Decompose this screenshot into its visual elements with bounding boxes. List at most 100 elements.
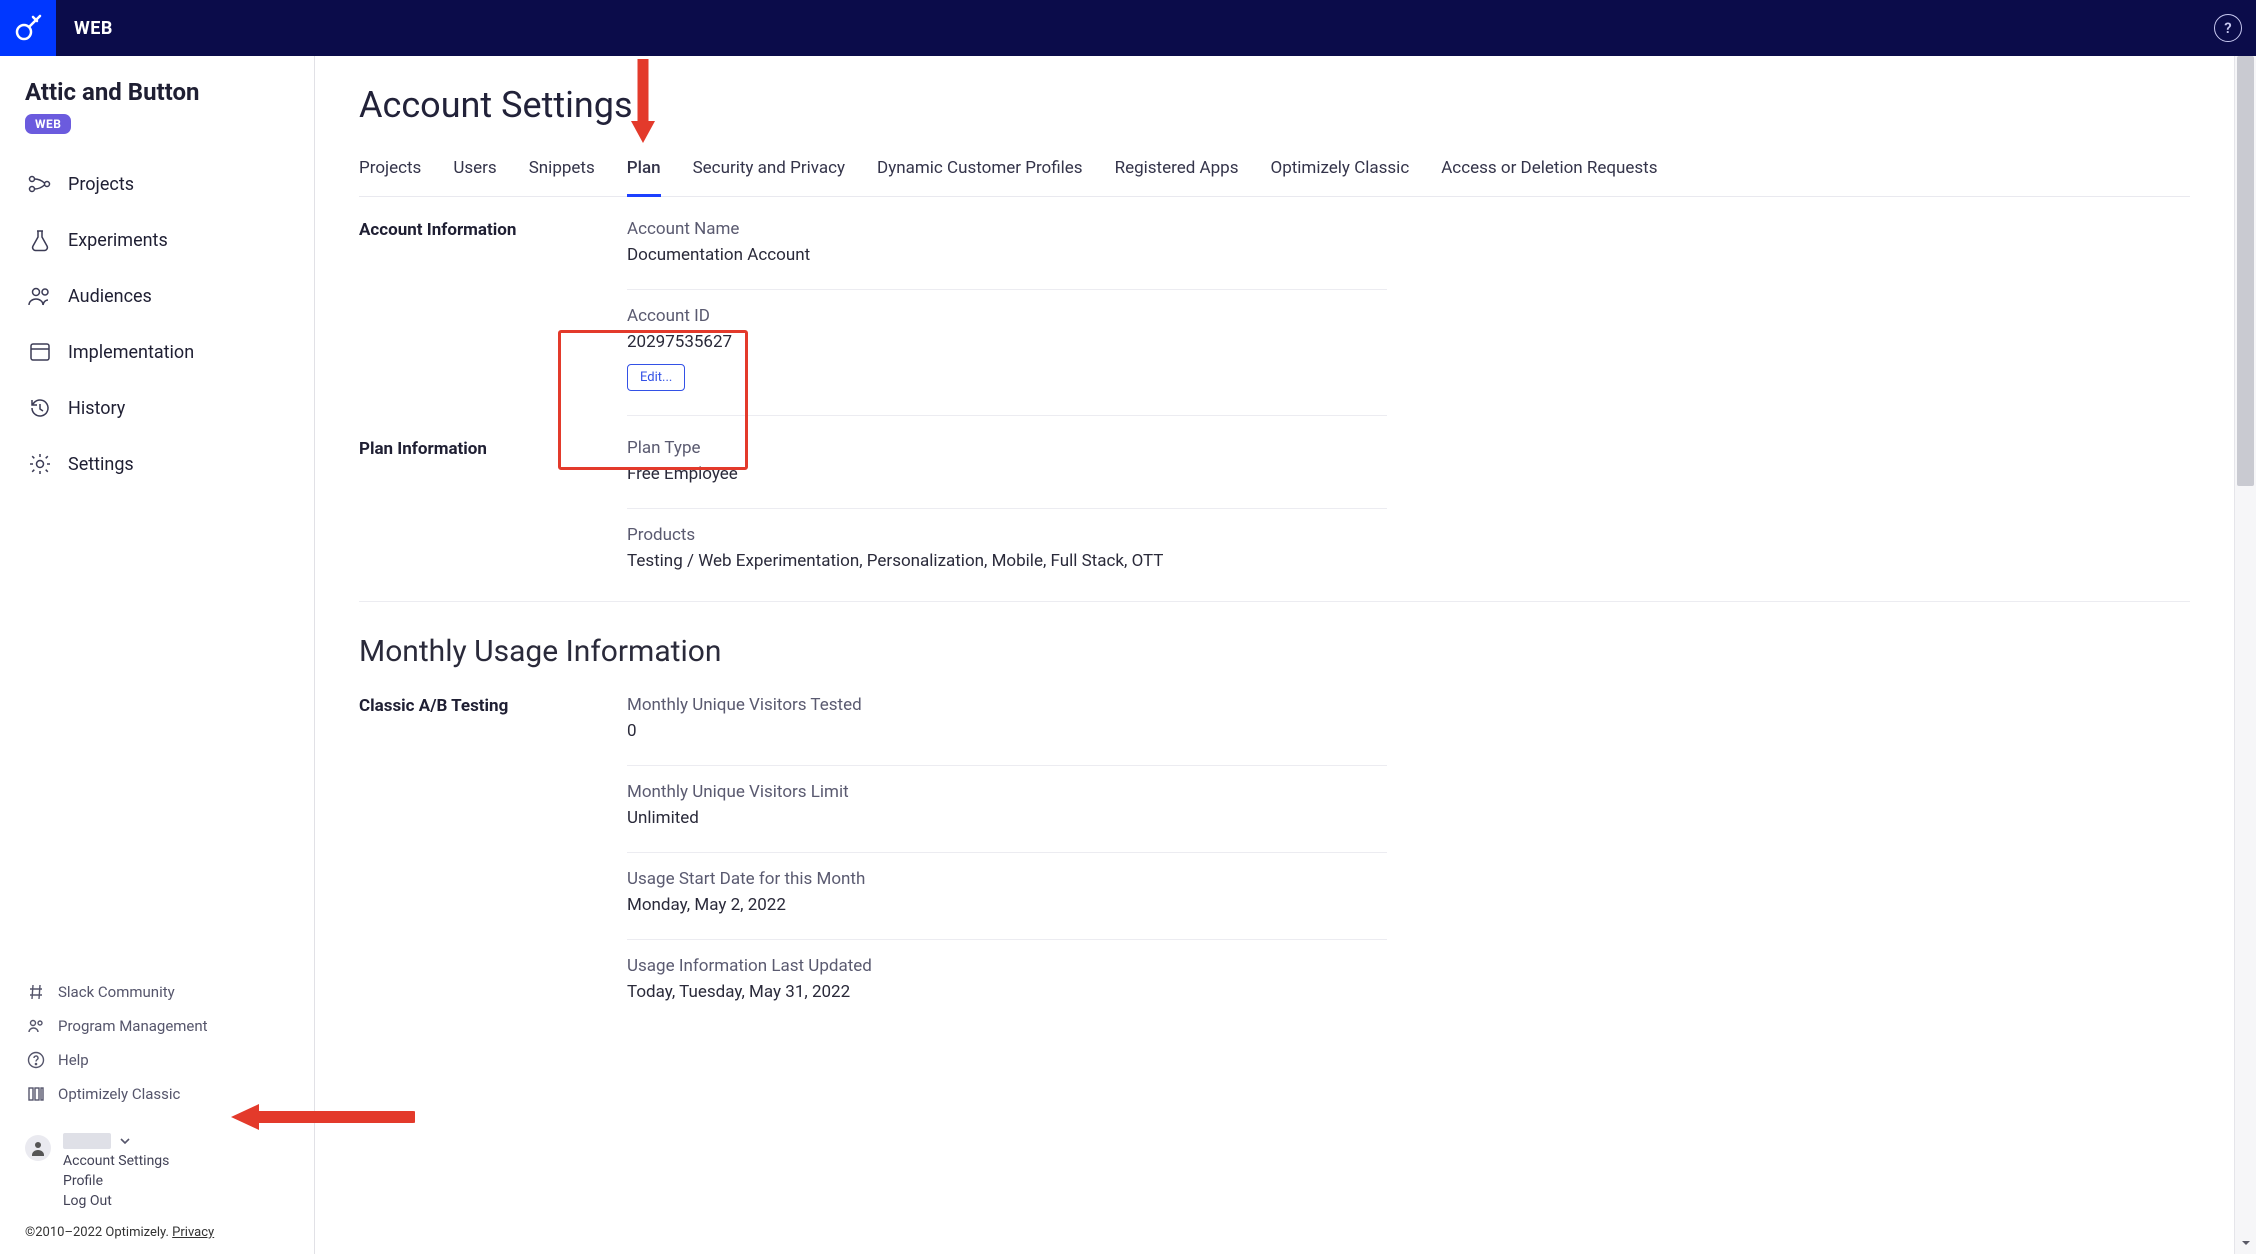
section-content-plan-info: Plan Type Free Employee Products Testing… xyxy=(627,436,1387,595)
sidebar-item-settings[interactable]: Settings xyxy=(10,436,304,492)
copyright-text: ©2010–2022 Optimizely. xyxy=(25,1225,172,1240)
product-chip: WEB xyxy=(25,114,71,134)
account-id-value: 20297535627 xyxy=(627,332,1387,352)
optimizely-logo-icon xyxy=(14,14,42,42)
tab-optimizely-classic[interactable]: Optimizely Classic xyxy=(1271,148,1410,196)
sidebar-item-label: Experiments xyxy=(68,230,168,251)
last-updated-label: Usage Information Last Updated xyxy=(627,956,1387,976)
projects-icon xyxy=(26,170,54,198)
sidebar-item-history[interactable]: History xyxy=(10,380,304,436)
tab-snippets[interactable]: Snippets xyxy=(529,148,595,196)
products-label: Products xyxy=(627,525,1387,545)
start-date-label: Usage Start Date for this Month xyxy=(627,869,1387,889)
block-start-date: Usage Start Date for this Month Monday, … xyxy=(627,853,1387,940)
plan-type-value: Free Employee xyxy=(627,464,1387,484)
user-link-log-out[interactable]: Log Out xyxy=(63,1193,169,1209)
tab-dynamic-customer-profiles[interactable]: Dynamic Customer Profiles xyxy=(877,148,1083,196)
privacy-link[interactable]: Privacy xyxy=(172,1225,214,1240)
avatar[interactable] xyxy=(25,1135,51,1161)
account-id-label: Account ID xyxy=(627,306,1387,326)
lower-link-label: Program Management xyxy=(58,1017,208,1035)
section-label-plan-info: Plan Information xyxy=(359,436,627,595)
sidebar: Attic and Button WEB Projects xyxy=(0,56,315,1254)
section-account-info: Account Information Account Name Documen… xyxy=(359,217,2190,416)
section-label-account-info: Account Information xyxy=(359,217,627,416)
scrollbar[interactable] xyxy=(2234,56,2256,1254)
tab-plan[interactable]: Plan xyxy=(627,148,661,196)
user-link-account-settings[interactable]: Account Settings xyxy=(63,1153,169,1169)
section-content-account-info: Account Name Documentation Account Accou… xyxy=(627,217,1387,416)
tab-access-or-deletion-requests[interactable]: Access or Deletion Requests xyxy=(1441,148,1657,196)
sidebar-item-projects[interactable]: Projects xyxy=(10,156,304,212)
annotation-arrow-left xyxy=(225,1098,415,1136)
link-program-management[interactable]: Program Management xyxy=(10,1009,304,1043)
section-plan-info: Plan Information Plan Type Free Employee… xyxy=(359,436,2190,595)
sidebar-spacer xyxy=(0,492,314,975)
edit-account-id-button[interactable]: Edit... xyxy=(627,364,685,391)
scrollbar-thumb[interactable] xyxy=(2237,56,2254,486)
tab-security-and-privacy[interactable]: Security and Privacy xyxy=(693,148,845,196)
block-visitors-tested: Monthly Unique Visitors Tested 0 xyxy=(627,693,1387,766)
sidebar-item-implementation[interactable]: Implementation xyxy=(10,324,304,380)
mu-tested-value: 0 xyxy=(627,721,1387,741)
scroll-down-button[interactable] xyxy=(2235,1232,2256,1254)
tab-users[interactable]: Users xyxy=(453,148,496,196)
nav: Projects Experiments Audiences xyxy=(0,156,314,492)
user-name-redacted xyxy=(63,1133,111,1149)
user-name-row[interactable] xyxy=(63,1133,169,1149)
divider xyxy=(359,601,2190,602)
block-account-id: Account ID 20297535627 Edit... xyxy=(627,290,1387,416)
usage-heading: Monthly Usage Information xyxy=(359,634,2190,669)
history-icon xyxy=(26,394,54,422)
hash-icon xyxy=(26,982,46,1002)
tab-registered-apps[interactable]: Registered Apps xyxy=(1115,148,1239,196)
sidebar-item-experiments[interactable]: Experiments xyxy=(10,212,304,268)
link-slack-community[interactable]: Slack Community xyxy=(10,975,304,1009)
account-name-value: Documentation Account xyxy=(627,245,1387,265)
user-links: Account Settings Profile Log Out xyxy=(63,1153,169,1209)
plan-type-label: Plan Type xyxy=(627,438,1387,458)
experiments-icon xyxy=(26,226,54,254)
help-icon xyxy=(26,1050,46,1070)
user-details: Account Settings Profile Log Out xyxy=(63,1133,169,1209)
block-account-name: Account Name Documentation Account xyxy=(627,217,1387,290)
block-products: Products Testing / Web Experimentation, … xyxy=(627,509,1387,595)
topbar-left: WEB xyxy=(0,0,113,56)
mu-limit-value: Unlimited xyxy=(627,808,1387,828)
topbar: WEB ? xyxy=(0,0,2256,56)
brand-logo-tile[interactable] xyxy=(0,0,56,56)
tab-projects[interactable]: Projects xyxy=(359,148,421,196)
lower-link-label: Slack Community xyxy=(58,983,175,1001)
group-icon xyxy=(26,1016,46,1036)
block-last-updated: Usage Information Last Updated Today, Tu… xyxy=(627,940,1387,1026)
lower-link-label: Optimizely Classic xyxy=(58,1085,180,1103)
tabs: Projects Users Snippets Plan Security an… xyxy=(359,148,2190,197)
gear-icon xyxy=(26,450,54,478)
chevron-down-icon xyxy=(119,1135,131,1147)
section-label-usage: Classic A/B Testing xyxy=(359,693,627,1026)
link-help[interactable]: Help xyxy=(10,1043,304,1077)
mu-tested-label: Monthly Unique Visitors Tested xyxy=(627,695,1387,715)
sidebar-header: Attic and Button WEB xyxy=(0,56,314,140)
classic-icon xyxy=(26,1084,46,1104)
last-updated-value: Today, Tuesday, May 31, 2022 xyxy=(627,982,1387,1002)
help-icon[interactable]: ? xyxy=(2214,14,2242,42)
section-content-usage: Monthly Unique Visitors Tested 0 Monthly… xyxy=(627,693,1387,1026)
sidebar-item-audiences[interactable]: Audiences xyxy=(10,268,304,324)
sidebar-item-label: Audiences xyxy=(68,286,152,307)
annotation-arrow-down xyxy=(628,59,658,151)
sidebar-item-label: History xyxy=(68,398,125,419)
sidebar-item-label: Settings xyxy=(68,454,134,475)
start-date-value: Monday, May 2, 2022 xyxy=(627,895,1387,915)
implementation-icon xyxy=(26,338,54,366)
mu-limit-label: Monthly Unique Visitors Limit xyxy=(627,782,1387,802)
app-body: Attic and Button WEB Projects xyxy=(0,56,2256,1254)
audiences-icon xyxy=(26,282,54,310)
lower-link-label: Help xyxy=(58,1051,89,1069)
footer: ©2010–2022 Optimizely. Privacy xyxy=(0,1215,314,1254)
account-name-label: Account Name xyxy=(627,219,1387,239)
products-value: Testing / Web Experimentation, Personali… xyxy=(627,551,1387,571)
section-usage: Classic A/B Testing Monthly Unique Visit… xyxy=(359,693,2190,1026)
sidebar-item-label: Implementation xyxy=(68,342,194,363)
user-link-profile[interactable]: Profile xyxy=(63,1173,169,1189)
